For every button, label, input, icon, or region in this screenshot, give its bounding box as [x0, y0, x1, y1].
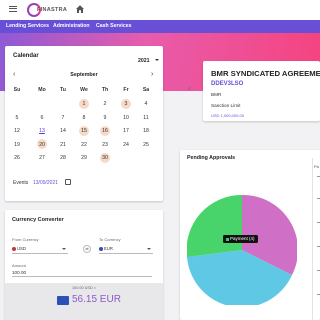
pending-approvals-widget: Pending Approvals Payment (4) Pa — [180, 150, 320, 320]
nav-lending-services[interactable]: Lending Services — [6, 23, 49, 29]
deal-reference: DDEV3LSO — [211, 81, 244, 87]
conversion-value: 56.15 EUR — [72, 294, 121, 305]
logo-text: FINASTRA — [37, 7, 68, 13]
tooltip-text: Payment (4) — [230, 236, 255, 242]
calendar-day[interactable]: 11 — [141, 115, 151, 121]
to-currency-value: EUR — [104, 246, 113, 251]
pie-tooltip: Payment (4) — [223, 235, 258, 243]
calendar-day[interactable]: 15 — [79, 125, 89, 136]
side-panel-label: Pa — [314, 164, 319, 169]
events-date[interactable]: 13/09/2021 — [33, 180, 58, 186]
hamburger-menu-icon[interactable] — [9, 6, 17, 12]
chevron-down-icon[interactable] — [147, 248, 151, 250]
to-currency-select[interactable]: EUR — [99, 245, 153, 254]
calendar-day[interactable]: 27 — [37, 155, 47, 161]
deal-title: BMR SYNDICATED AGREEMENT — [211, 69, 320, 78]
amount-input[interactable]: 100.00 — [12, 268, 152, 277]
deal-card[interactable]: BMR SYNDICATED AGREEMENT DDEV3LSO BMR Sa… — [203, 61, 320, 121]
calendar-day[interactable]: 1 — [79, 98, 89, 109]
pending-approvals-title: Pending Approvals — [187, 155, 236, 161]
from-currency-select[interactable]: USD — [12, 245, 68, 254]
calendar-day[interactable]: 26 — [12, 155, 22, 161]
calendar-day[interactable]: 18 — [141, 128, 151, 134]
external-link-icon[interactable] — [65, 179, 71, 185]
nav-cash-services[interactable]: Cash Services — [96, 23, 131, 29]
calendar-day[interactable]: 21 — [58, 142, 68, 148]
calendar-day[interactable]: 20 — [37, 139, 47, 149]
us-flag-icon — [12, 247, 16, 251]
conversion-result: 100.00 USD = 56.15 EUR — [5, 283, 163, 320]
deal-amount: USD 1,000,000.00 — [211, 113, 244, 118]
weekday-label: Sa — [142, 87, 150, 93]
calendar-title: Calendar — [13, 53, 39, 59]
events-label: Events — [13, 180, 29, 186]
calendar-day[interactable]: 9 — [100, 115, 110, 121]
main-nav: Lending Services Administration Cash Ser… — [0, 20, 320, 33]
to-currency-label: To Currency — [99, 237, 121, 242]
calendar-widget: Calendar 2021 ‹ September › Su Mo Tu We Th Fr… — [5, 46, 163, 201]
calendar-day[interactable]: 22 — [79, 142, 89, 148]
calendar-day[interactable]: 19 — [12, 142, 22, 148]
chevron-right-icon[interactable]: › — [151, 71, 153, 78]
approvals-side-panel — [312, 158, 320, 320]
deal-status: Sanction Limit — [211, 103, 241, 108]
swap-currencies-button[interactable]: ⇄ — [83, 245, 91, 253]
conversion-source: 100.00 USD = — [72, 286, 96, 290]
weekday-label: Th — [101, 87, 109, 93]
calendar-day[interactable]: 23 — [100, 142, 110, 148]
calendar-day[interactable]: 4 — [141, 101, 151, 107]
calendar-day[interactable]: 6 — [37, 115, 47, 121]
calendar-day[interactable]: 28 — [58, 155, 68, 161]
eu-flag-icon — [99, 247, 103, 251]
weekday-label: Tu — [60, 87, 66, 93]
weekday-label: Mo — [38, 87, 46, 93]
calendar-day[interactable]: 5 — [12, 115, 22, 121]
calendar-day[interactable]: 14 — [58, 128, 68, 134]
calendar-day[interactable]: 29 — [79, 155, 89, 161]
calendar-day[interactable]: 12 — [12, 128, 22, 134]
calendar-day[interactable]: 2 — [100, 101, 110, 107]
currency-converter-title: Currency Converter — [12, 217, 64, 223]
chevron-left-icon[interactable]: ‹ — [188, 84, 191, 93]
calendar-day[interactable]: 17 — [121, 128, 131, 134]
calendar-day[interactable]: 8 — [79, 115, 89, 121]
calendar-day[interactable]: 10 — [121, 115, 131, 121]
legend-swatch — [226, 237, 229, 241]
chevron-down-icon[interactable] — [155, 59, 159, 61]
approvals-pie-chart[interactable] — [187, 195, 297, 305]
calendar-day[interactable]: 25 — [141, 142, 151, 148]
calendar-day[interactable]: 3 — [121, 98, 131, 109]
calendar-day[interactable]: 24 — [121, 142, 131, 148]
eu-flag-icon — [57, 296, 69, 305]
home-icon[interactable] — [75, 4, 85, 14]
from-currency-value: USD — [17, 246, 26, 251]
from-currency-label: From Currency — [12, 237, 39, 242]
deal-entity: BMR — [211, 92, 222, 97]
weekday-label: Fr — [123, 87, 129, 93]
top-bar: FINASTRA — [0, 0, 320, 20]
weekday-label: We — [80, 87, 88, 93]
year-select[interactable]: 2021 — [138, 58, 150, 64]
chevron-down-icon[interactable] — [62, 248, 66, 250]
calendar-day[interactable]: 13 — [37, 128, 47, 134]
calendar-day[interactable]: 30 — [100, 152, 110, 163]
weekday-label: Su — [13, 87, 21, 93]
calendar-day[interactable]: 16 — [100, 125, 110, 136]
calendar-day[interactable]: 7 — [58, 115, 68, 121]
nav-administration[interactable]: Administration — [53, 23, 90, 29]
pie-slice-green — [187, 195, 242, 257]
month-label: September — [70, 72, 98, 78]
